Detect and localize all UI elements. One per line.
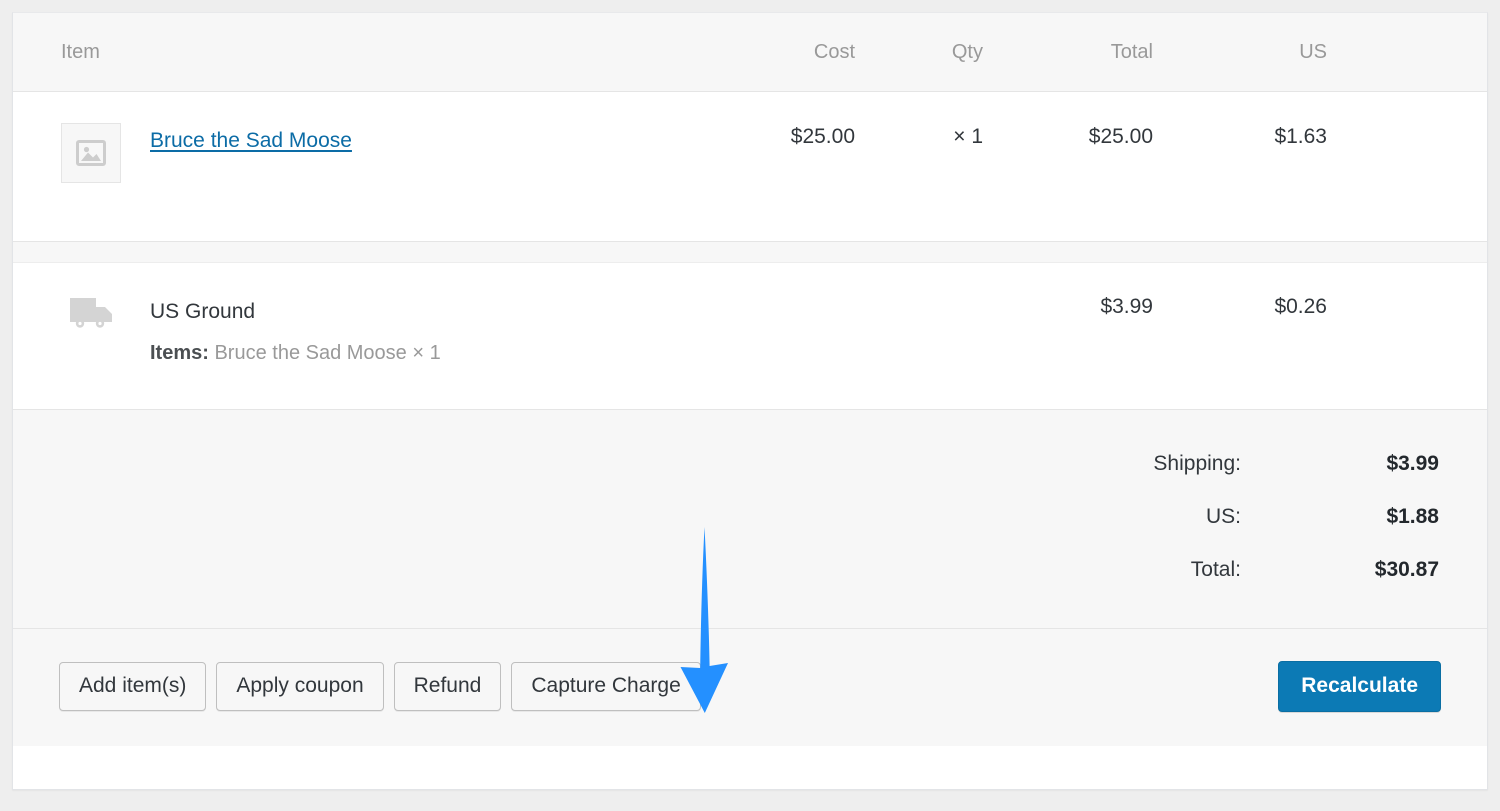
table-header: Item Cost Qty Total US bbox=[13, 13, 1487, 92]
totals-row-total: Total: $30.87 bbox=[1153, 558, 1439, 582]
shipping-method-name: US Ground bbox=[150, 300, 256, 323]
secondary-actions-group: Add item(s) Apply coupon Refund Capture … bbox=[59, 662, 701, 712]
order-items-panel: Item Cost Qty Total US Bruce the Sad Moo… bbox=[12, 12, 1488, 790]
image-placeholder-icon bbox=[61, 123, 121, 183]
shipping-item-cost bbox=[705, 262, 877, 409]
line-item-tax: $1.63 bbox=[1175, 91, 1487, 242]
column-header-qty: Qty bbox=[877, 13, 1005, 92]
column-header-item: Item bbox=[13, 13, 705, 92]
table-body: Bruce the Sad Moose $25.00 × 1 $25.00 $1… bbox=[13, 91, 1487, 409]
line-item-product-link[interactable]: Bruce the Sad Moose bbox=[150, 129, 352, 152]
table-row: US Ground Items: Bruce the Sad Moose × 1… bbox=[13, 262, 1487, 409]
capture-charge-button[interactable]: Capture Charge bbox=[511, 662, 701, 712]
totals-row-shipping: Shipping: $3.99 bbox=[1153, 452, 1439, 505]
truck-icon bbox=[61, 295, 121, 341]
table-row: Bruce the Sad Moose $25.00 × 1 $25.00 $1… bbox=[13, 91, 1487, 242]
order-items-table: Item Cost Qty Total US Bruce the Sad Moo… bbox=[13, 13, 1487, 409]
line-item-qty: × 1 bbox=[877, 91, 1005, 242]
line-item-name-cell: Bruce the Sad Moose bbox=[13, 91, 705, 242]
shipping-item-total: $3.99 bbox=[1005, 262, 1175, 409]
refund-button[interactable]: Refund bbox=[393, 662, 502, 712]
totals-label-shipping: Shipping: bbox=[1153, 452, 1241, 475]
shipping-item-qty bbox=[877, 262, 1005, 409]
column-header-cost: Cost bbox=[705, 13, 877, 92]
line-item-total: $25.00 bbox=[1005, 91, 1175, 242]
line-item-cost: $25.00 bbox=[705, 91, 877, 242]
column-header-total: Total bbox=[1005, 13, 1175, 92]
totals-label-total: Total: bbox=[1190, 558, 1241, 581]
screenshot-root: Item Cost Qty Total US Bruce the Sad Moo… bbox=[0, 0, 1500, 811]
row-group-separator bbox=[13, 241, 1487, 263]
shipping-items-meta-label: Items: bbox=[150, 342, 209, 364]
add-items-button[interactable]: Add item(s) bbox=[59, 662, 207, 712]
order-totals-area: Shipping: $3.99 US: $1.88 Total: $30.87 bbox=[13, 409, 1487, 628]
shipping-item-name-cell: US Ground Items: Bruce the Sad Moose × 1 bbox=[13, 262, 705, 409]
shipping-items-meta-value: Bruce the Sad Moose × 1 bbox=[214, 342, 441, 364]
order-actions-footer: Add item(s) Apply coupon Refund Capture … bbox=[13, 628, 1487, 747]
recalculate-button[interactable]: Recalculate bbox=[1278, 661, 1441, 713]
totals-value-total: $30.87 bbox=[1374, 558, 1439, 581]
table-header-row: Item Cost Qty Total US bbox=[13, 13, 1487, 92]
order-totals-table: Shipping: $3.99 US: $1.88 Total: $30.87 bbox=[1153, 452, 1439, 582]
shipping-items-meta: Items: Bruce the Sad Moose × 1 bbox=[150, 343, 441, 363]
column-header-tax: US bbox=[1175, 13, 1487, 92]
totals-row-tax: US: $1.88 bbox=[1153, 505, 1439, 558]
totals-value-tax: $1.88 bbox=[1386, 505, 1439, 528]
shipping-item-tax: $0.26 bbox=[1175, 262, 1487, 409]
totals-label-tax: US: bbox=[1205, 505, 1241, 528]
totals-value-shipping: $3.99 bbox=[1386, 452, 1439, 475]
apply-coupon-button[interactable]: Apply coupon bbox=[216, 662, 384, 712]
